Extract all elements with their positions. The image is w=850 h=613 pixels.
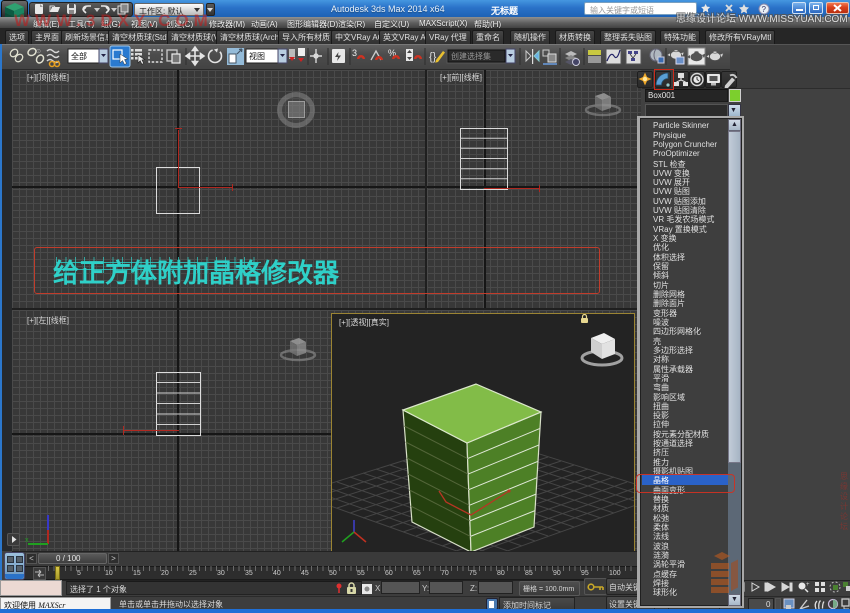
svg-text:⊙: ⊙ (36, 49, 41, 55)
svg-text:+: + (806, 582, 810, 588)
svg-text:视图: 视图 (249, 51, 265, 61)
svg-text:全部: 全部 (71, 51, 87, 61)
svg-text:{}: {} (429, 51, 437, 63)
svg-text:3: 3 (352, 48, 357, 58)
svg-text:x: x (25, 537, 29, 544)
svg-text:创建选择集: 创建选择集 (451, 51, 491, 61)
